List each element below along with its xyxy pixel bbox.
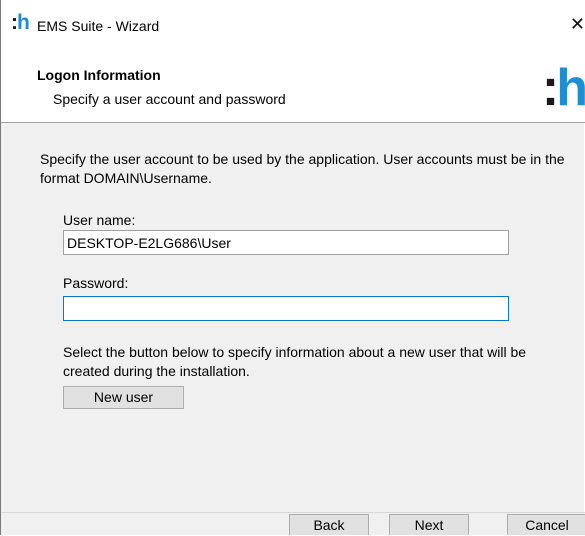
brand-logo-colon: : [541,59,559,117]
title-bar: :h EMS Suite - Wizard ✕ [1,0,585,50]
window-title: EMS Suite - Wizard [37,18,160,34]
password-label: Password: [63,275,129,291]
page-title: Logon Information [37,67,161,83]
new-user-button[interactable]: New user [63,386,184,409]
wizard-header: Logon Information Specify a user account… [1,50,585,123]
close-icon[interactable]: ✕ [567,12,585,36]
wizard-window: :h EMS Suite - Wizard ✕ Logon Informatio… [0,0,585,535]
username-label: User name: [63,212,136,228]
next-button[interactable]: Next [389,514,469,535]
logo-letter: h [17,11,30,34]
wizard-content: Specify the user account to be used by t… [1,123,585,483]
cancel-button[interactable]: Cancel [507,514,585,535]
new-user-info-text: Select the button below to specify infor… [63,344,527,379]
footer-divider [1,512,585,513]
back-button[interactable]: Back [289,514,369,535]
intro-text: Specify the user account to be used by t… [40,151,565,186]
password-field[interactable] [63,296,509,321]
page-subtitle: Specify a user account and password [53,91,286,107]
app-logo-icon: :h [11,11,30,34]
brand-logo-icon: :h [542,62,585,114]
brand-logo-letter: h [556,59,585,117]
username-field[interactable] [63,230,509,255]
